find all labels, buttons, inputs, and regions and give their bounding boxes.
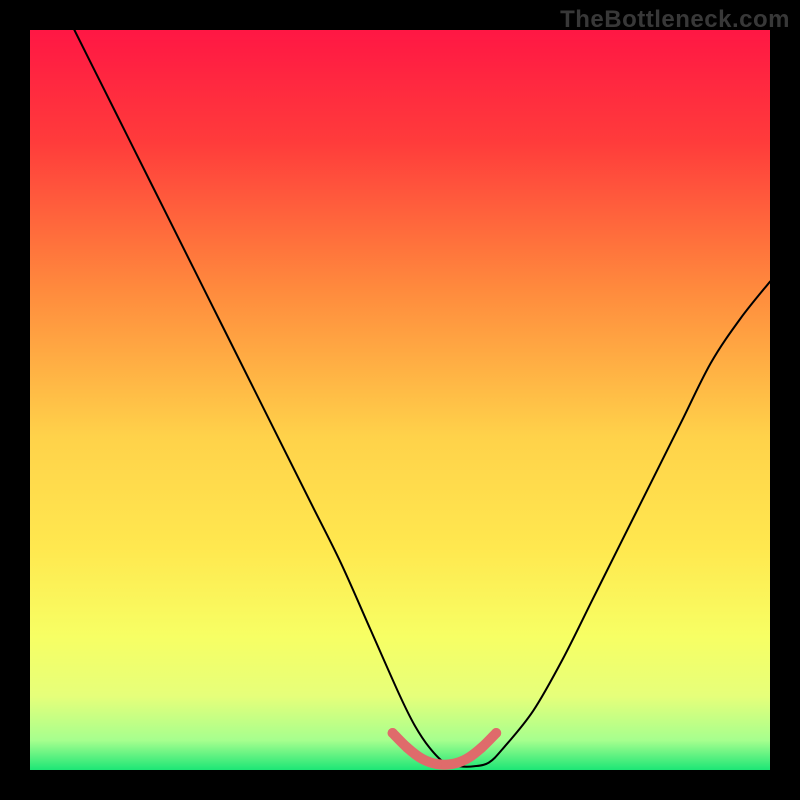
marker-dot	[462, 754, 472, 764]
marker-dot	[447, 759, 457, 769]
marker-dot	[491, 728, 501, 738]
marker-dot	[388, 728, 398, 738]
marker-dot	[402, 743, 412, 753]
curve-layer	[30, 30, 770, 770]
marker-dot	[432, 759, 442, 769]
chart-frame: TheBottleneck.com	[0, 0, 800, 800]
plot-area	[30, 30, 770, 770]
bottleneck-curve	[74, 30, 770, 767]
watermark-text: TheBottleneck.com	[560, 6, 790, 34]
marker-dot	[476, 743, 486, 753]
marker-dot	[417, 754, 427, 764]
